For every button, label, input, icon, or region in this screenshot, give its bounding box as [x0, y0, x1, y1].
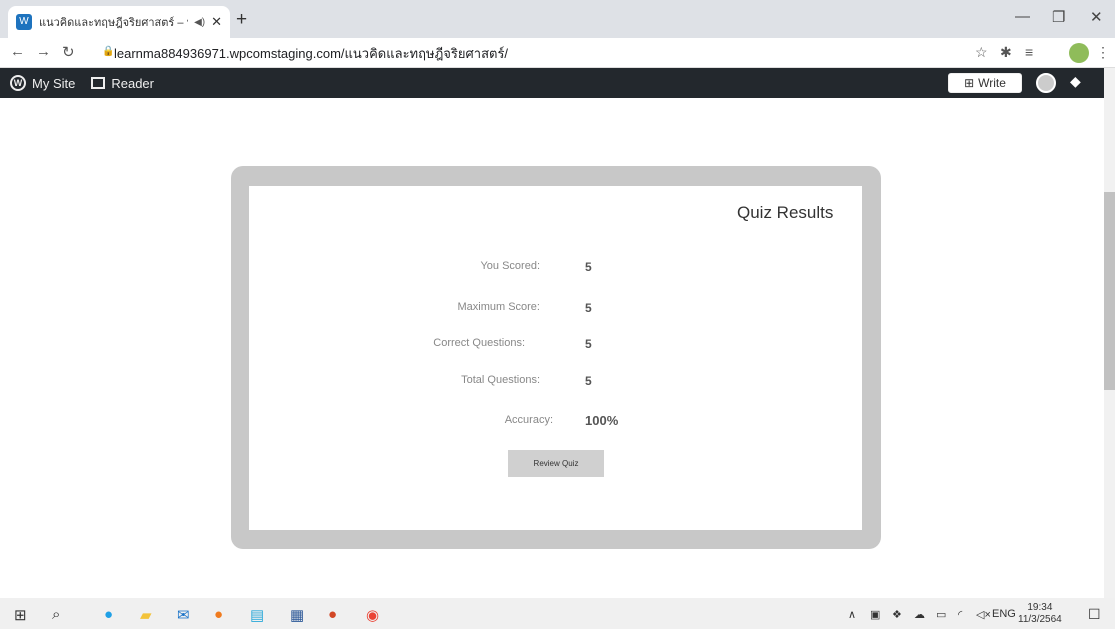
window-close-icon[interactable]: ✕ [1090, 8, 1103, 26]
tab-close-icon[interactable]: ✕ [211, 14, 222, 30]
max-score-label: Maximum Score: [457, 301, 540, 313]
scrollbar-thumb[interactable] [1104, 192, 1115, 390]
quiz-results-title: Quiz Results [737, 203, 834, 222]
file-explorer-icon[interactable]: ▰ [140, 606, 152, 624]
address-bar-row: ← → ↻ 🔒 learnma884936971.wpcomstaging.co… [0, 38, 1115, 68]
profile-avatar[interactable] [1069, 43, 1089, 63]
windows-start-icon[interactable]: ⊞ [14, 606, 27, 624]
quiz-results-panel [249, 186, 862, 530]
wp-admin-bar: W My Site Reader ⊞ Write ◆ [0, 68, 1104, 98]
write-button[interactable]: ⊞ Write [948, 73, 1022, 93]
language-indicator[interactable]: ENG [992, 608, 1016, 620]
write-label: Write [978, 76, 1006, 90]
reader-link[interactable]: Reader [91, 76, 154, 91]
reload-icon[interactable]: ↻ [62, 43, 75, 61]
new-tab-icon[interactable]: + [236, 9, 247, 31]
score-label: You Scored: [480, 260, 540, 272]
wifi-icon[interactable]: ◜ [958, 608, 962, 621]
search-icon[interactable]: ⌕ [52, 606, 60, 623]
correct-questions-value: 5 [585, 337, 592, 351]
score-value: 5 [585, 260, 592, 274]
tray-expand-icon[interactable]: ∧ [848, 608, 856, 621]
edge-icon[interactable]: ● [104, 606, 113, 623]
reading-list-icon[interactable]: ≡ [1025, 44, 1033, 60]
windows-taskbar: ⊞ ⌕ ● ▰ ✉ ● ▤ ▦ ● ◉ ∧ ▣ ❖ ☁ ▭ ◜ ◁× ENG 1… [0, 598, 1115, 629]
notifications-icon[interactable]: ◆ [1070, 73, 1081, 90]
extensions-icon[interactable]: ✱ [1000, 44, 1012, 61]
battery-icon[interactable]: ▭ [936, 608, 946, 621]
back-icon[interactable]: ← [10, 43, 25, 60]
clock-time: 19:34 [1027, 602, 1053, 613]
total-questions-value: 5 [585, 374, 592, 388]
lock-icon: 🔒 [102, 46, 115, 57]
firefox-icon[interactable]: ● [214, 606, 223, 623]
restore-icon[interactable]: ❐ [1052, 8, 1065, 26]
powerpoint-icon[interactable]: ● [328, 606, 337, 623]
wordpress-icon: W [16, 14, 32, 30]
system-clock[interactable]: 19:34 11/3/2564 [1018, 602, 1062, 626]
amazon-icon[interactable]: ▤ [250, 606, 264, 624]
url-input[interactable]: 🔒 learnma884936971.wpcomstaging.com/แนวค… [96, 42, 1016, 64]
user-avatar[interactable] [1036, 73, 1056, 93]
meet-now-icon[interactable]: ▣ [870, 608, 880, 621]
word-icon[interactable]: ▦ [290, 606, 304, 624]
my-site-link[interactable]: W My Site [10, 75, 75, 91]
clock-date: 11/3/2564 [1018, 614, 1062, 625]
onedrive-icon[interactable]: ☁ [914, 608, 925, 621]
audio-icon[interactable]: ◀) [194, 17, 205, 28]
total-questions-label: Total Questions: [461, 374, 540, 386]
correct-questions-label: Correct Questions: [433, 337, 525, 349]
forward-icon[interactable]: → [36, 43, 51, 60]
menu-icon[interactable]: ⋮ [1096, 44, 1110, 61]
browser-tab-strip: W แนวคิดและทฤษฎีจริยศาสตร์ – ฟั ◀) ✕ + —… [0, 0, 1115, 38]
volume-icon[interactable]: ◁× [976, 608, 991, 621]
accuracy-label: Accuracy: [504, 414, 553, 426]
tab-title: แนวคิดและทฤษฎีจริยศาสตร์ – ฟั [39, 17, 189, 29]
bookmark-star-icon[interactable]: ☆ [975, 44, 988, 61]
mail-icon[interactable]: ✉ [177, 606, 190, 624]
dropbox-icon[interactable]: ❖ [892, 608, 902, 621]
chrome-icon[interactable]: ◉ [366, 606, 379, 624]
review-quiz-button[interactable]: Review Quiz [508, 450, 604, 477]
browser-tab[interactable]: W แนวคิดและทฤษฎีจริยศาสตร์ – ฟั ◀) ✕ [8, 6, 230, 38]
max-score-value: 5 [585, 301, 592, 315]
url-text: learnma884936971.wpcomstaging.com/แนวคิด… [114, 45, 509, 61]
minimize-icon[interactable]: — [1015, 8, 1030, 25]
accuracy-value: 100% [585, 413, 619, 428]
my-site-label: My Site [32, 75, 76, 91]
reader-icon [91, 77, 106, 89]
wordpress-logo-icon: W [10, 75, 26, 91]
reader-label: Reader [111, 75, 154, 91]
notification-center-icon[interactable]: ☐ [1088, 606, 1101, 623]
write-plus-icon: ⊞ [964, 76, 975, 90]
